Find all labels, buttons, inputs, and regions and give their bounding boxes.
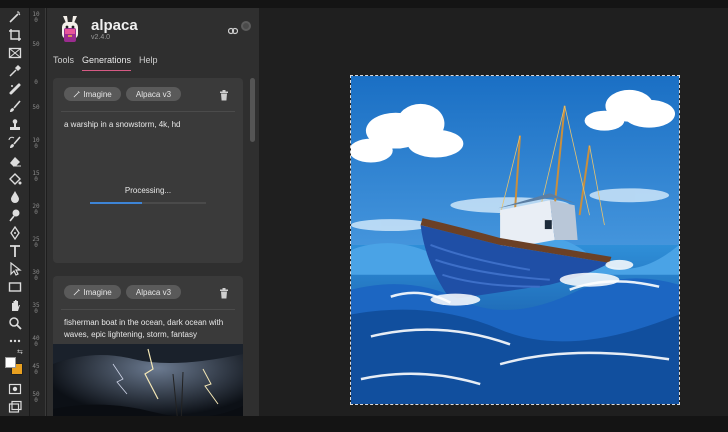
blur-icon[interactable] [6, 190, 24, 204]
options-bar [0, 0, 728, 8]
bucket-icon[interactable] [6, 172, 24, 186]
model-badge: Alpaca v3 [126, 285, 181, 299]
app-version: v2.4.0 [91, 34, 111, 41]
generation-card: Imagine Alpaca v3 a warship in a snowsto… [53, 78, 243, 263]
alpaca-logo [59, 14, 81, 44]
prompt-text: fisherman boat in the ocean, dark ocean … [64, 318, 224, 339]
generated-image [351, 76, 679, 404]
document-canvas[interactable] [350, 75, 680, 405]
card-divider [61, 111, 235, 112]
imagine-badge: Imagine [64, 87, 121, 101]
canvas-area [259, 8, 728, 416]
ruler-label: 250 [32, 236, 40, 249]
status-dot [241, 21, 251, 31]
zoom-icon[interactable] [6, 316, 24, 330]
imagine-badge: Imagine [64, 285, 121, 299]
wand-small-icon [73, 90, 81, 97]
wand-icon[interactable] [6, 10, 24, 24]
hand-icon[interactable] [6, 298, 24, 312]
quick-mask-icon[interactable] [6, 382, 24, 396]
tab-help[interactable]: Help [139, 55, 158, 71]
panel-tabs: Tools Generations Help [53, 55, 158, 71]
ruler-label: 100 [32, 11, 40, 24]
more-icon[interactable] [6, 334, 24, 348]
eraser-icon[interactable] [6, 154, 24, 168]
dodge-icon[interactable] [6, 208, 24, 222]
type-icon[interactable] [6, 244, 24, 258]
progress-bar [90, 202, 206, 204]
pen-icon[interactable] [6, 226, 24, 240]
ruler-label: 200 [32, 203, 40, 216]
crop-icon[interactable] [6, 28, 24, 42]
ruler-label: 350 [32, 302, 40, 315]
progress-bar-fill [90, 202, 143, 204]
card-divider [61, 309, 235, 310]
ruler-label: 50 [32, 41, 40, 48]
link-icon[interactable] [227, 22, 239, 35]
eyedropper-icon[interactable] [6, 64, 24, 78]
tab-tools[interactable]: Tools [53, 55, 74, 71]
ruler-label: 50 [32, 104, 40, 111]
model-badge: Alpaca v3 [126, 87, 181, 101]
foreground-color-swatch[interactable] [5, 357, 16, 368]
ruler-label: 300 [32, 269, 40, 282]
status-bar [0, 416, 728, 432]
stamp-icon[interactable] [6, 118, 24, 132]
prompt-text: a warship in a snowstorm, 4k, hd [64, 120, 181, 129]
rectangle-icon[interactable] [6, 280, 24, 294]
tab-generations[interactable]: Generations [82, 55, 132, 71]
panel-scrollbar[interactable] [250, 78, 255, 142]
ruler-label: 150 [32, 170, 40, 183]
app-name: alpaca [91, 17, 138, 34]
trash-icon[interactable] [219, 286, 229, 299]
photoshop-window: ⇆ 100 50 0 50 100 150 200 250 300 350 40… [0, 0, 728, 432]
frame-icon[interactable] [6, 46, 24, 60]
ruler-label: 400 [32, 335, 40, 348]
history-brush-icon[interactable] [6, 136, 24, 150]
swap-colors-icon[interactable]: ⇆ [17, 348, 23, 356]
mode-label: Imagine [83, 89, 112, 99]
ruler-label: 450 [32, 363, 40, 376]
wand-small-icon [73, 288, 81, 295]
generation-thumbnail[interactable] [53, 344, 243, 424]
processing-status: Processing... [124, 186, 172, 195]
generation-card: Imagine Alpaca v3 fisherman boat in the … [53, 276, 243, 424]
tools-panel: ⇆ [0, 8, 30, 416]
ruler-label: 500 [32, 391, 40, 404]
ruler-label: 100 [32, 137, 40, 150]
path-select-icon[interactable] [6, 262, 24, 276]
screen-mode-icon[interactable] [6, 400, 24, 414]
mode-label: Imagine [83, 287, 112, 297]
healing-icon[interactable] [6, 82, 24, 96]
vertical-ruler: 100 50 0 50 100 150 200 250 300 350 400 … [30, 8, 46, 416]
trash-icon[interactable] [219, 88, 229, 101]
brush-icon[interactable] [6, 100, 24, 114]
ruler-label: 0 [34, 79, 38, 86]
alpaca-plugin-panel: alpaca v2.4.0 Tools Generations Help Ima… [47, 8, 259, 424]
